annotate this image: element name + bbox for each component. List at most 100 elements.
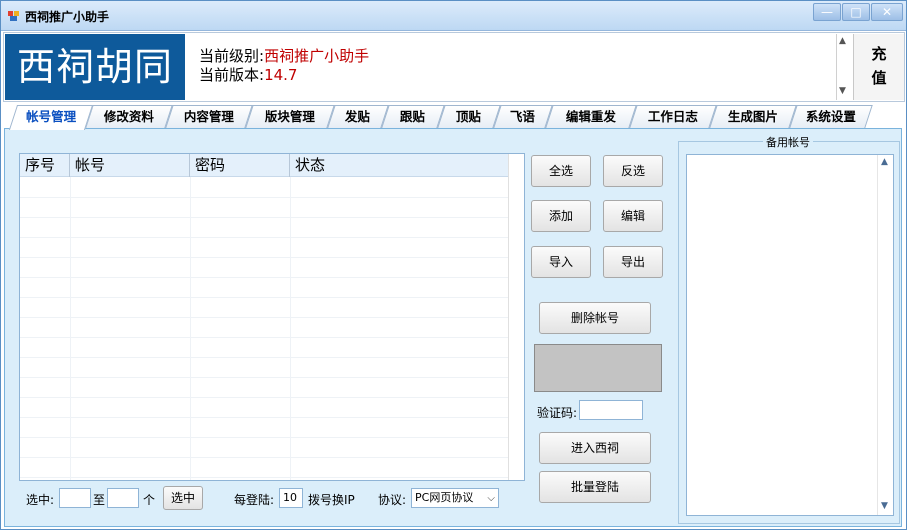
close-icon: ✕	[881, 5, 893, 19]
tab-reply[interactable]: 跟贴	[381, 105, 445, 128]
grid-line	[20, 457, 508, 458]
grid-line	[20, 397, 508, 398]
tab-account-management[interactable]: 帐号管理	[8, 105, 94, 130]
add-button[interactable]: 添加	[531, 200, 591, 232]
accounts-table[interactable]: 序号 帐号 密码 状态	[19, 153, 525, 481]
tab-label: 跟贴	[400, 109, 426, 124]
range-to-input[interactable]	[107, 488, 139, 508]
account-info: 当前级别:西祠推广小助手 当前版本:14.7	[199, 47, 369, 85]
select-all-button[interactable]: 全选	[531, 155, 591, 187]
minimize-icon: —	[821, 5, 833, 19]
tab-post[interactable]: 发贴	[327, 105, 389, 128]
app-icon	[8, 11, 19, 21]
protocol-label: 协议:	[378, 493, 407, 507]
tab-label: 发贴	[345, 109, 371, 124]
chevron-down-icon[interactable]: ▼	[881, 501, 888, 511]
import-button[interactable]: 导入	[531, 246, 591, 278]
level-row: 当前级别:西祠推广小助手	[199, 47, 369, 66]
grid-line	[20, 317, 508, 318]
grid-line	[20, 337, 508, 338]
tab-bump[interactable]: 顶贴	[437, 105, 501, 128]
table-header: 序号 帐号 密码 状态	[20, 154, 508, 177]
chevron-up-icon[interactable]: ▲	[881, 157, 888, 167]
invert-selection-button[interactable]: 反选	[603, 155, 663, 187]
tab-system-settings[interactable]: 系统设置	[789, 105, 873, 128]
banner-scrollbar[interactable]: ▲ ▼	[836, 34, 852, 100]
tab-label: 工作日志	[647, 109, 698, 124]
recharge-button[interactable]: 充 值	[853, 34, 904, 100]
maximize-button[interactable]: □	[842, 3, 870, 21]
export-button[interactable]: 导出	[603, 246, 663, 278]
tab-board-management[interactable]: 版块管理	[245, 105, 335, 128]
tab-edit-repost[interactable]: 编辑重发	[545, 105, 637, 128]
grid-line	[20, 377, 508, 378]
tab-label: 编辑重发	[565, 109, 616, 124]
level-value: 西祠推广小助手	[264, 47, 370, 65]
version-row: 当前版本:14.7	[199, 66, 369, 85]
tab-label: 飞语	[510, 109, 536, 124]
captcha-input[interactable]	[579, 400, 643, 420]
per-login-input[interactable]: 10	[279, 488, 303, 508]
level-label: 当前级别:	[199, 47, 265, 65]
scroll-up-icon[interactable]: ▲	[839, 36, 846, 46]
range-to-label: 至	[93, 493, 106, 507]
select-range-button[interactable]: 选中	[163, 486, 203, 510]
tab-label: 顶贴	[456, 109, 482, 124]
tab-content-management[interactable]: 内容管理	[165, 105, 253, 128]
batch-login-button[interactable]: 批量登陆	[539, 471, 651, 503]
column-header-password[interactable]: 密码	[190, 154, 290, 177]
unit-label: 个	[143, 493, 156, 507]
per-login-label: 每登陆:	[234, 493, 275, 507]
backup-list-scrollbar[interactable]: ▲ ▼	[877, 155, 893, 515]
close-button[interactable]: ✕	[871, 3, 903, 21]
grid-line	[20, 277, 508, 278]
window-title: 西祠推广小助手	[25, 10, 110, 24]
grid-line	[20, 417, 508, 418]
enter-xici-button[interactable]: 进入西祠	[539, 432, 651, 464]
column-header-account[interactable]: 帐号	[70, 154, 190, 177]
tab-label: 版块管理	[264, 109, 315, 124]
delete-account-button[interactable]: 删除帐号	[539, 302, 651, 334]
tab-generate-image[interactable]: 生成图片	[709, 105, 797, 128]
banner: 西祠胡同 当前级别:西祠推广小助手 当前版本:14.7 ▲ ▼ 充 值	[3, 32, 905, 102]
tab-label: 修改资料	[103, 109, 154, 124]
grid-line	[20, 357, 508, 358]
minimize-button[interactable]: —	[813, 3, 841, 21]
edit-button[interactable]: 编辑	[603, 200, 663, 232]
backup-accounts-group: 备用帐号 ▲ ▼	[678, 134, 900, 524]
main-panel: 序号 帐号 密码 状态 全选 反选 添加 编辑 导入 导出 删除帐号 验证码: …	[4, 128, 902, 527]
tab-edit-profile[interactable]: 修改资料	[85, 105, 173, 128]
dial-ip-label: 拨号换IP	[308, 493, 355, 507]
grid-line	[20, 297, 508, 298]
range-from-input[interactable]	[59, 488, 91, 508]
grid-line	[190, 177, 191, 480]
tab-label: 系统设置	[805, 109, 856, 124]
scroll-down-icon[interactable]: ▼	[839, 86, 846, 96]
grid-line	[20, 477, 508, 478]
app-window: 西祠推广小助手 — □ ✕ 西祠胡同 当前级别:西祠推广小助手 当前版本:14.…	[0, 0, 907, 530]
tab-flying-words[interactable]: 飞语	[493, 105, 553, 128]
recharge-label-2: 值	[871, 69, 887, 87]
logo: 西祠胡同	[5, 34, 185, 100]
select-range-label: 选中:	[26, 493, 55, 507]
tab-label: 内容管理	[183, 109, 234, 124]
grid-line	[20, 257, 508, 258]
chevron-down-icon: ⌵	[487, 493, 495, 504]
grid-line	[290, 177, 291, 480]
column-header-index[interactable]: 序号	[20, 154, 70, 177]
maximize-icon: □	[850, 5, 862, 19]
tab-label: 生成图片	[727, 109, 778, 124]
captcha-image	[534, 344, 662, 392]
version-label: 当前版本:	[199, 66, 265, 84]
grid-line	[20, 197, 508, 198]
protocol-select[interactable]: PC网页协议 ⌵	[411, 488, 499, 508]
grid-line	[20, 237, 508, 238]
tab-label: 帐号管理	[26, 109, 77, 124]
tab-work-log[interactable]: 工作日志	[629, 105, 717, 128]
column-header-status[interactable]: 状态	[290, 154, 508, 177]
backup-accounts-list[interactable]: ▲ ▼	[686, 154, 894, 516]
table-scrollbar[interactable]	[508, 154, 524, 480]
captcha-label: 验证码:	[537, 406, 578, 420]
title-bar: 西祠推广小助手 — □ ✕	[1, 1, 906, 31]
recharge-label-1: 充	[871, 45, 887, 63]
